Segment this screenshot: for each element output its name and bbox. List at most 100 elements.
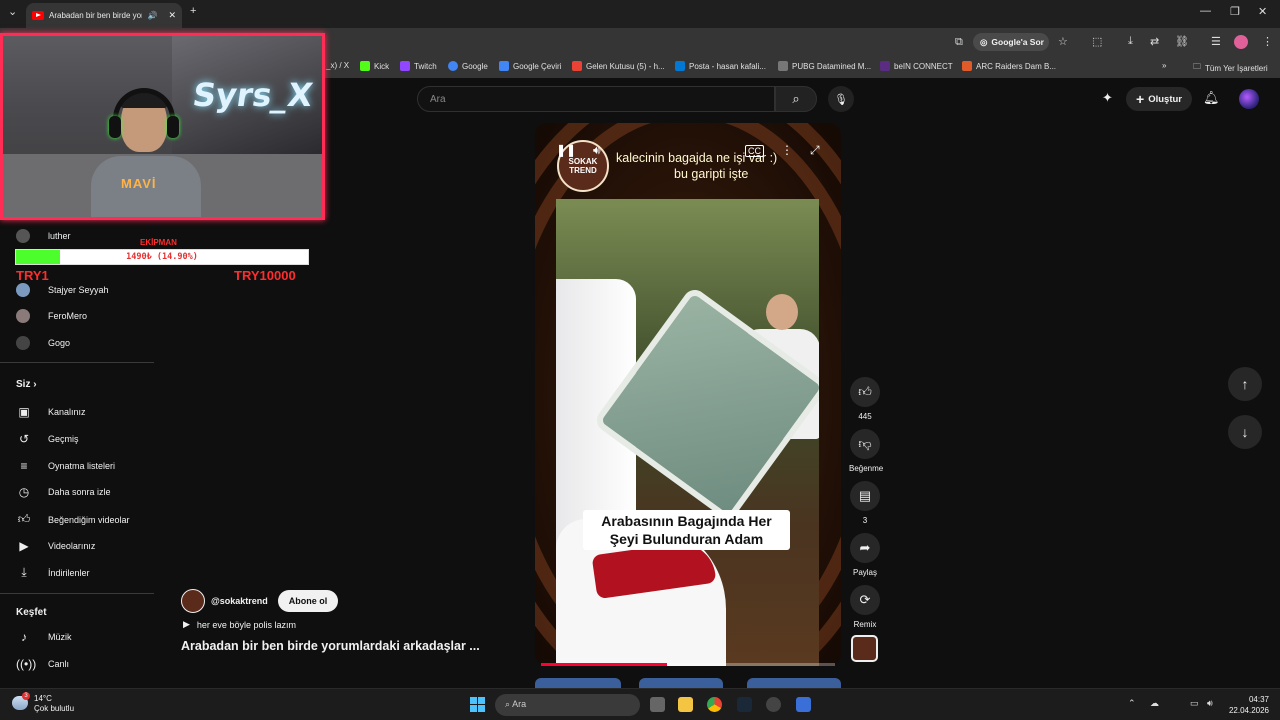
man-head: [766, 294, 798, 330]
search-button[interactable]: ⌕: [775, 86, 817, 112]
bookmark-item[interactable]: ARC Raiders Dam B...: [962, 61, 1056, 71]
bookmark-item[interactable]: Twitch: [400, 61, 437, 71]
sidebar-item-downloads[interactable]: ⤓ İndirilenler: [16, 565, 89, 580]
comments-button[interactable]: ▤ 3: [849, 481, 881, 525]
channel-avatar[interactable]: [181, 589, 205, 613]
tab-close-icon[interactable]: ✕: [168, 10, 176, 21]
minimize-icon[interactable]: —: [1200, 5, 1211, 17]
clock[interactable]: 04:37 22.04.2026: [1223, 694, 1269, 716]
bookmark-item[interactable]: Google: [448, 61, 488, 71]
fullscreen-icon[interactable]: ⤢: [810, 143, 820, 158]
volume-icon[interactable]: 🔊︎: [593, 143, 601, 158]
dislike-button[interactable]: 👎︎ Beğenme: [849, 429, 884, 473]
network-icon[interactable]: ▭: [1190, 698, 1199, 709]
sidebar-item-label: luther: [48, 231, 71, 241]
tray-chevron-icon[interactable]: ⌃: [1128, 698, 1136, 709]
bookmark-item[interactable]: Google Çeviri: [499, 61, 561, 71]
taskbar-search[interactable]: ⌕ Ara: [495, 694, 640, 716]
create-button[interactable]: + Oluştur: [1126, 87, 1192, 111]
more-bookmarks-icon[interactable]: »: [1162, 61, 1166, 70]
search-input[interactable]: Ara: [417, 86, 775, 112]
star-icon[interactable]: ☆: [1058, 35, 1068, 48]
sidebar-item-watch-later[interactable]: ◷ Daha sonra izle: [16, 485, 111, 499]
video-frame: [556, 199, 819, 666]
sidebar-item-live[interactable]: ((•)) Canlı: [16, 657, 69, 671]
voice-search-button[interactable]: 🎙: [828, 86, 854, 112]
translate-icon[interactable]: ⇄: [1150, 35, 1159, 48]
cast-icon[interactable]: ⧉: [955, 36, 963, 49]
next-video-thumbnail[interactable]: [639, 678, 723, 688]
sidebar-item-history[interactable]: ↺ Geçmiş: [16, 432, 79, 446]
sidebar-item-your-videos[interactable]: ▶ Videolarınız: [16, 539, 95, 553]
sidebar-you-header[interactable]: Siz ›: [16, 379, 37, 390]
sound-thumbnail[interactable]: [851, 635, 878, 662]
dislike-label: Beğenme: [849, 464, 884, 473]
sidebar-item-liked-videos[interactable]: 👍︎ Beğendiğim videolar: [16, 512, 130, 527]
plus-icon: +: [1136, 91, 1145, 107]
video-progress-bar[interactable]: [541, 663, 835, 666]
menu-icon[interactable]: ⋮: [1262, 35, 1273, 48]
sidebar-item-gogo[interactable]: Gogo: [16, 336, 70, 350]
next-video-thumbnail[interactable]: [747, 678, 841, 688]
more-options-icon[interactable]: ⋮: [781, 143, 793, 157]
goal-min: TRY1: [16, 268, 49, 283]
next-video-button[interactable]: ↓: [1228, 415, 1262, 449]
bookmark-item[interactable]: Posta - hasan kafali...: [675, 61, 766, 71]
avatar[interactable]: [1239, 89, 1259, 109]
restore-icon[interactable]: ❐: [1230, 5, 1240, 18]
next-video-thumbnail[interactable]: [535, 678, 621, 688]
closed-captions-icon[interactable]: CC: [745, 145, 764, 157]
sparkle-icon[interactable]: ✦: [1102, 90, 1113, 106]
bookmark-item[interactable]: Kick: [360, 61, 389, 71]
download-icon[interactable]: ⤓: [1128, 35, 1133, 48]
bell-icon[interactable]: 🔔︎: [1203, 90, 1220, 106]
music-row[interactable]: ▶ her eve böyle polis lazım: [183, 619, 296, 630]
like-button[interactable]: 👍︎ 445: [849, 377, 881, 421]
app-icon[interactable]: [766, 697, 781, 712]
speaker-icon[interactable]: 🔊: [147, 11, 157, 20]
bookmark-item[interactable]: _x) / X: [326, 61, 349, 70]
sidebar-item-channel[interactable]: ▣ Kanalınız: [16, 405, 85, 419]
browser-tab[interactable]: Arabadan bir ben birde yorumlardaki arka…: [26, 3, 182, 28]
window-close-icon[interactable]: ✕: [1258, 5, 1267, 18]
sidebar-item-music[interactable]: ♪ Müzik: [16, 630, 72, 644]
webcam-overlay: Syrs_X MAVİ: [0, 33, 325, 220]
chrome-icon[interactable]: [707, 697, 722, 712]
sidebar-item-stajyer-seyyah[interactable]: Stajyer Seyyah: [16, 283, 109, 297]
sidebar-item-luther[interactable]: luther: [16, 229, 71, 243]
extensions-icon[interactable]: ⬚: [1092, 35, 1102, 48]
tab-list-icon[interactable]: ⌄: [8, 5, 17, 18]
video-title[interactable]: Arabadan bir ben birde yorumlardaki arka…: [181, 639, 480, 653]
media-icon[interactable]: ☰: [1211, 35, 1221, 48]
google-sor-button[interactable]: ◎ Google'a Sor: [973, 33, 1049, 51]
music-title: her eve böyle polis lazım: [196, 619, 296, 630]
bookmark-item[interactable]: PUBG Datamined M...: [778, 61, 871, 71]
task-view-icon[interactable]: [650, 697, 665, 712]
windows-start-icon[interactable]: [470, 697, 485, 712]
previous-video-button[interactable]: ↑: [1228, 367, 1262, 401]
like-count: 445: [858, 412, 872, 421]
subscribe-button[interactable]: Abone ol: [277, 590, 339, 612]
new-tab-icon[interactable]: +: [190, 5, 196, 17]
sidebar-item-feromero[interactable]: FeroMero: [16, 309, 87, 323]
channel-name[interactable]: @sokaktrend: [211, 596, 268, 606]
all-bookmarks-folder[interactable]: 🗀 Tüm Yer İşaretleri: [1193, 61, 1268, 75]
create-label: Oluştur: [1148, 93, 1182, 105]
share-label: Paylaş: [852, 568, 877, 577]
bookmark-item[interactable]: Gelen Kutusu (5) - h...: [572, 61, 665, 71]
donation-goal-bar: 1490₺ (14.90%): [15, 249, 309, 265]
link-icon[interactable]: ⛓: [1175, 35, 1189, 48]
bookmark-item[interactable]: beIN CONNECT: [880, 61, 953, 71]
sidebar-item-playlists[interactable]: ≡ Oynatma listeleri: [16, 459, 115, 473]
cloud-tray-icon[interactable]: ☁: [1150, 698, 1159, 709]
file-explorer-icon[interactable]: [678, 697, 693, 712]
volume-tray-icon[interactable]: 🔊︎: [1207, 698, 1213, 709]
app-icon[interactable]: [796, 697, 811, 712]
remix-button[interactable]: ⟳ Remix: [849, 585, 881, 629]
steam-icon[interactable]: [737, 697, 752, 712]
search-icon: ⌕: [505, 699, 511, 709]
profile-icon[interactable]: [1234, 35, 1248, 49]
headset-ear: [109, 116, 121, 138]
share-button[interactable]: ➦ Paylaş: [849, 533, 881, 577]
pause-icon[interactable]: ❚❚: [556, 143, 576, 157]
